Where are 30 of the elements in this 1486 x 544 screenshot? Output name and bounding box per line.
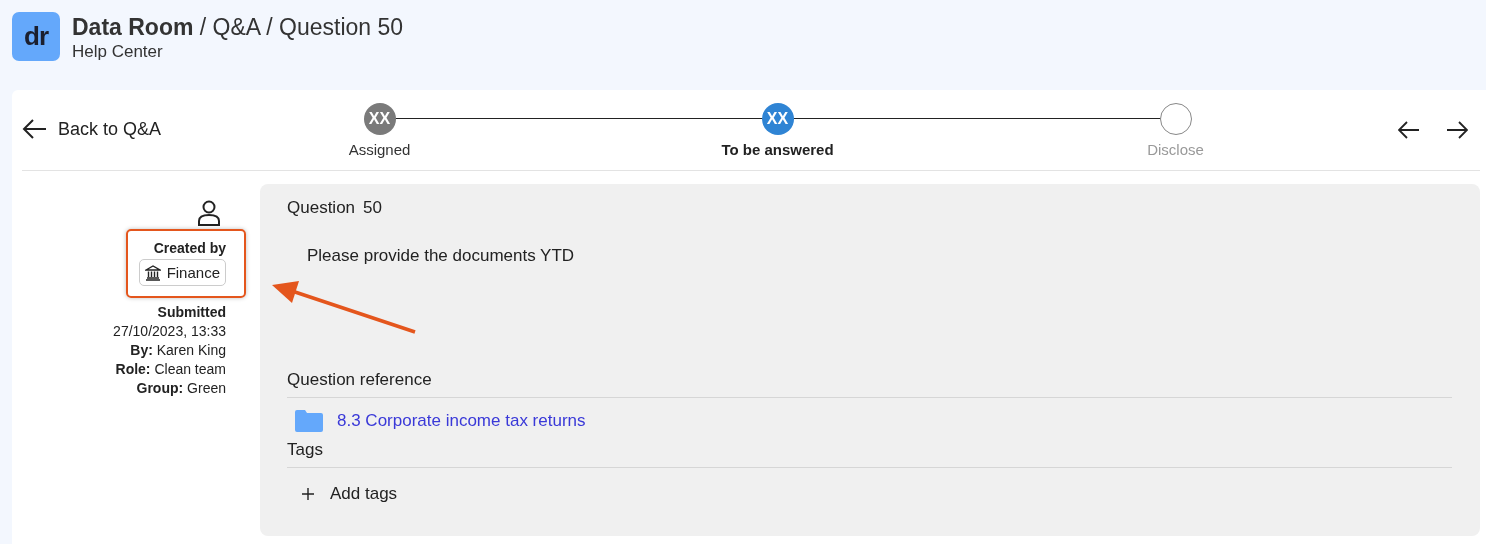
question-text: Please provide the documents YTD: [307, 246, 576, 267]
previous-arrow-icon[interactable]: [1398, 121, 1420, 139]
next-arrow-icon[interactable]: [1446, 121, 1468, 139]
question-number: 50: [363, 198, 382, 218]
step-circle: XX: [363, 102, 396, 135]
step-label: Assigned: [348, 140, 411, 158]
submitted-date: 27/10/2023, 13:33: [113, 323, 226, 339]
section-heading: Question reference: [287, 370, 1452, 398]
bank-icon: [144, 264, 161, 281]
breadcrumb-title: Data Room / Q&A / Question 50: [72, 13, 404, 41]
reference-link[interactable]: 8.3 Corporate income tax returns: [287, 398, 1452, 440]
header-subtitle: Help Center: [72, 42, 164, 62]
question-label: Question: [287, 198, 356, 218]
plus-icon: [302, 488, 314, 500]
submitter-detail: Role: Clean team: [115, 361, 226, 377]
submitter-detail: By: Karen King: [130, 342, 226, 358]
folder-icon: [294, 410, 324, 432]
group-chip[interactable]: Finance: [138, 259, 226, 286]
submitter-detail: Group: Green: [136, 380, 226, 396]
step-circle: XX: [761, 102, 794, 135]
back-arrow-icon: [22, 119, 48, 139]
section-heading: Tags: [287, 440, 1452, 468]
app-logo[interactable]: dr: [12, 12, 60, 61]
step-label: To be answered: [721, 140, 834, 158]
add-tags-button[interactable]: Add tags: [287, 468, 398, 504]
back-link[interactable]: Back to Q&A: [22, 118, 327, 140]
submitted-label: Submitted: [157, 304, 226, 320]
step-label: Disclose: [1147, 140, 1204, 158]
person-icon: [197, 200, 221, 226]
created-by-label: Created by: [153, 240, 226, 256]
